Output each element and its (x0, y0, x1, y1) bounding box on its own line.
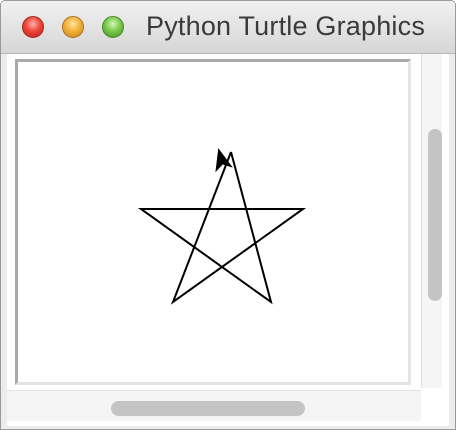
turtle-canvas[interactable] (18, 62, 408, 382)
turtle-window: Python Turtle Graphics (0, 0, 456, 430)
horizontal-scrollbar[interactable] (7, 390, 421, 421)
close-button[interactable] (22, 16, 44, 38)
star-path (137, 151, 307, 305)
horizontal-scroll-thumb[interactable] (111, 401, 305, 416)
vertical-scroll-thumb[interactable] (428, 129, 442, 301)
window-title: Python Turtle Graphics (146, 11, 426, 41)
canvas-frame (15, 59, 411, 385)
zoom-button[interactable] (102, 16, 124, 38)
minimize-button[interactable] (62, 16, 84, 38)
title-bar[interactable]: Python Turtle Graphics (1, 1, 455, 54)
vertical-scrollbar[interactable] (421, 54, 442, 388)
window-content (7, 54, 449, 426)
